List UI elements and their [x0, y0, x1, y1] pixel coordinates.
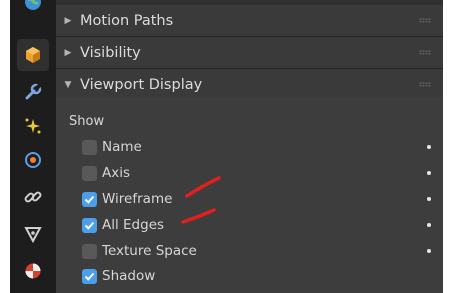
constraints-icon	[24, 191, 42, 203]
modifier-wrench-icon	[25, 83, 42, 100]
option-all-edges[interactable]: All Edges	[82, 214, 443, 236]
option-axis[interactable]: Axis	[82, 162, 443, 184]
checkmark-icon	[84, 272, 95, 281]
animate-property-dot-icon[interactable]	[427, 145, 431, 149]
collapsed-triangle-icon: ▶	[64, 47, 72, 58]
world-icon	[25, 0, 41, 10]
option-label: Axis	[102, 165, 131, 181]
properties-tab-bar	[10, 0, 56, 293]
material-icon	[25, 263, 41, 279]
animate-property-dot-icon[interactable]	[427, 249, 431, 253]
option-label: Name	[102, 139, 142, 155]
checkmark-icon	[84, 221, 95, 230]
shadow-checkbox[interactable]	[82, 268, 97, 284]
tab-object[interactable]	[17, 39, 49, 71]
data-mesh-icon	[24, 227, 42, 244]
all-edges-checkbox[interactable]	[82, 217, 97, 233]
tab-particles[interactable]	[17, 110, 49, 142]
animate-property-dot-icon[interactable]	[427, 197, 431, 201]
option-texture-space[interactable]: Texture Space	[82, 240, 443, 262]
panel-title: Motion Paths	[80, 12, 174, 29]
object-icon	[26, 47, 40, 63]
option-wireframe[interactable]: Wireframe	[82, 188, 443, 210]
tab-data[interactable]	[17, 218, 49, 250]
tab-material[interactable]	[17, 255, 49, 287]
panel-header-viewport-display[interactable]: ▼ Viewport Display	[56, 69, 443, 100]
drag-grip-icon[interactable]	[419, 82, 431, 87]
object-properties-panel: ▶ Motion Paths ▶ Visibility ▼ Viewport D…	[56, 0, 443, 293]
option-name[interactable]: Name	[82, 136, 443, 158]
tab-constraints[interactable]	[17, 181, 49, 213]
drag-grip-icon[interactable]	[419, 18, 431, 23]
option-shadow[interactable]: Shadow	[82, 265, 443, 287]
panel-header-motion-paths[interactable]: ▶ Motion Paths	[56, 5, 443, 36]
collapsed-triangle-icon: ▶	[64, 15, 72, 26]
show-label: Show	[69, 114, 105, 129]
panel-header-visibility[interactable]: ▶ Visibility	[56, 37, 443, 68]
properties-editor: ▶ Motion Paths ▶ Visibility ▼ Viewport D…	[10, 0, 443, 293]
panel-title: Visibility	[80, 44, 141, 61]
tab-physics[interactable]	[17, 144, 49, 176]
option-label: All Edges	[102, 217, 165, 233]
name-checkbox[interactable]	[82, 139, 97, 155]
wireframe-checkbox[interactable]	[82, 191, 97, 207]
option-label: Wireframe	[102, 191, 173, 207]
option-label: Texture Space	[102, 243, 197, 259]
particles-icon	[25, 118, 41, 134]
panel-title: Viewport Display	[80, 76, 203, 93]
drag-grip-icon[interactable]	[419, 50, 431, 55]
viewport-display-body: Show Name Axis Wireframe All Edges Textu…	[56, 97, 443, 293]
expanded-triangle-icon: ▼	[64, 79, 72, 90]
axis-checkbox[interactable]	[82, 165, 97, 181]
animate-property-dot-icon[interactable]	[427, 223, 431, 227]
tab-modifiers[interactable]	[17, 76, 49, 108]
texture-space-checkbox[interactable]	[82, 243, 97, 259]
animate-property-dot-icon[interactable]	[427, 171, 431, 175]
option-label: Shadow	[102, 268, 156, 284]
tab-world[interactable]	[17, 0, 49, 18]
physics-icon	[25, 152, 41, 168]
checkmark-icon	[84, 195, 95, 204]
